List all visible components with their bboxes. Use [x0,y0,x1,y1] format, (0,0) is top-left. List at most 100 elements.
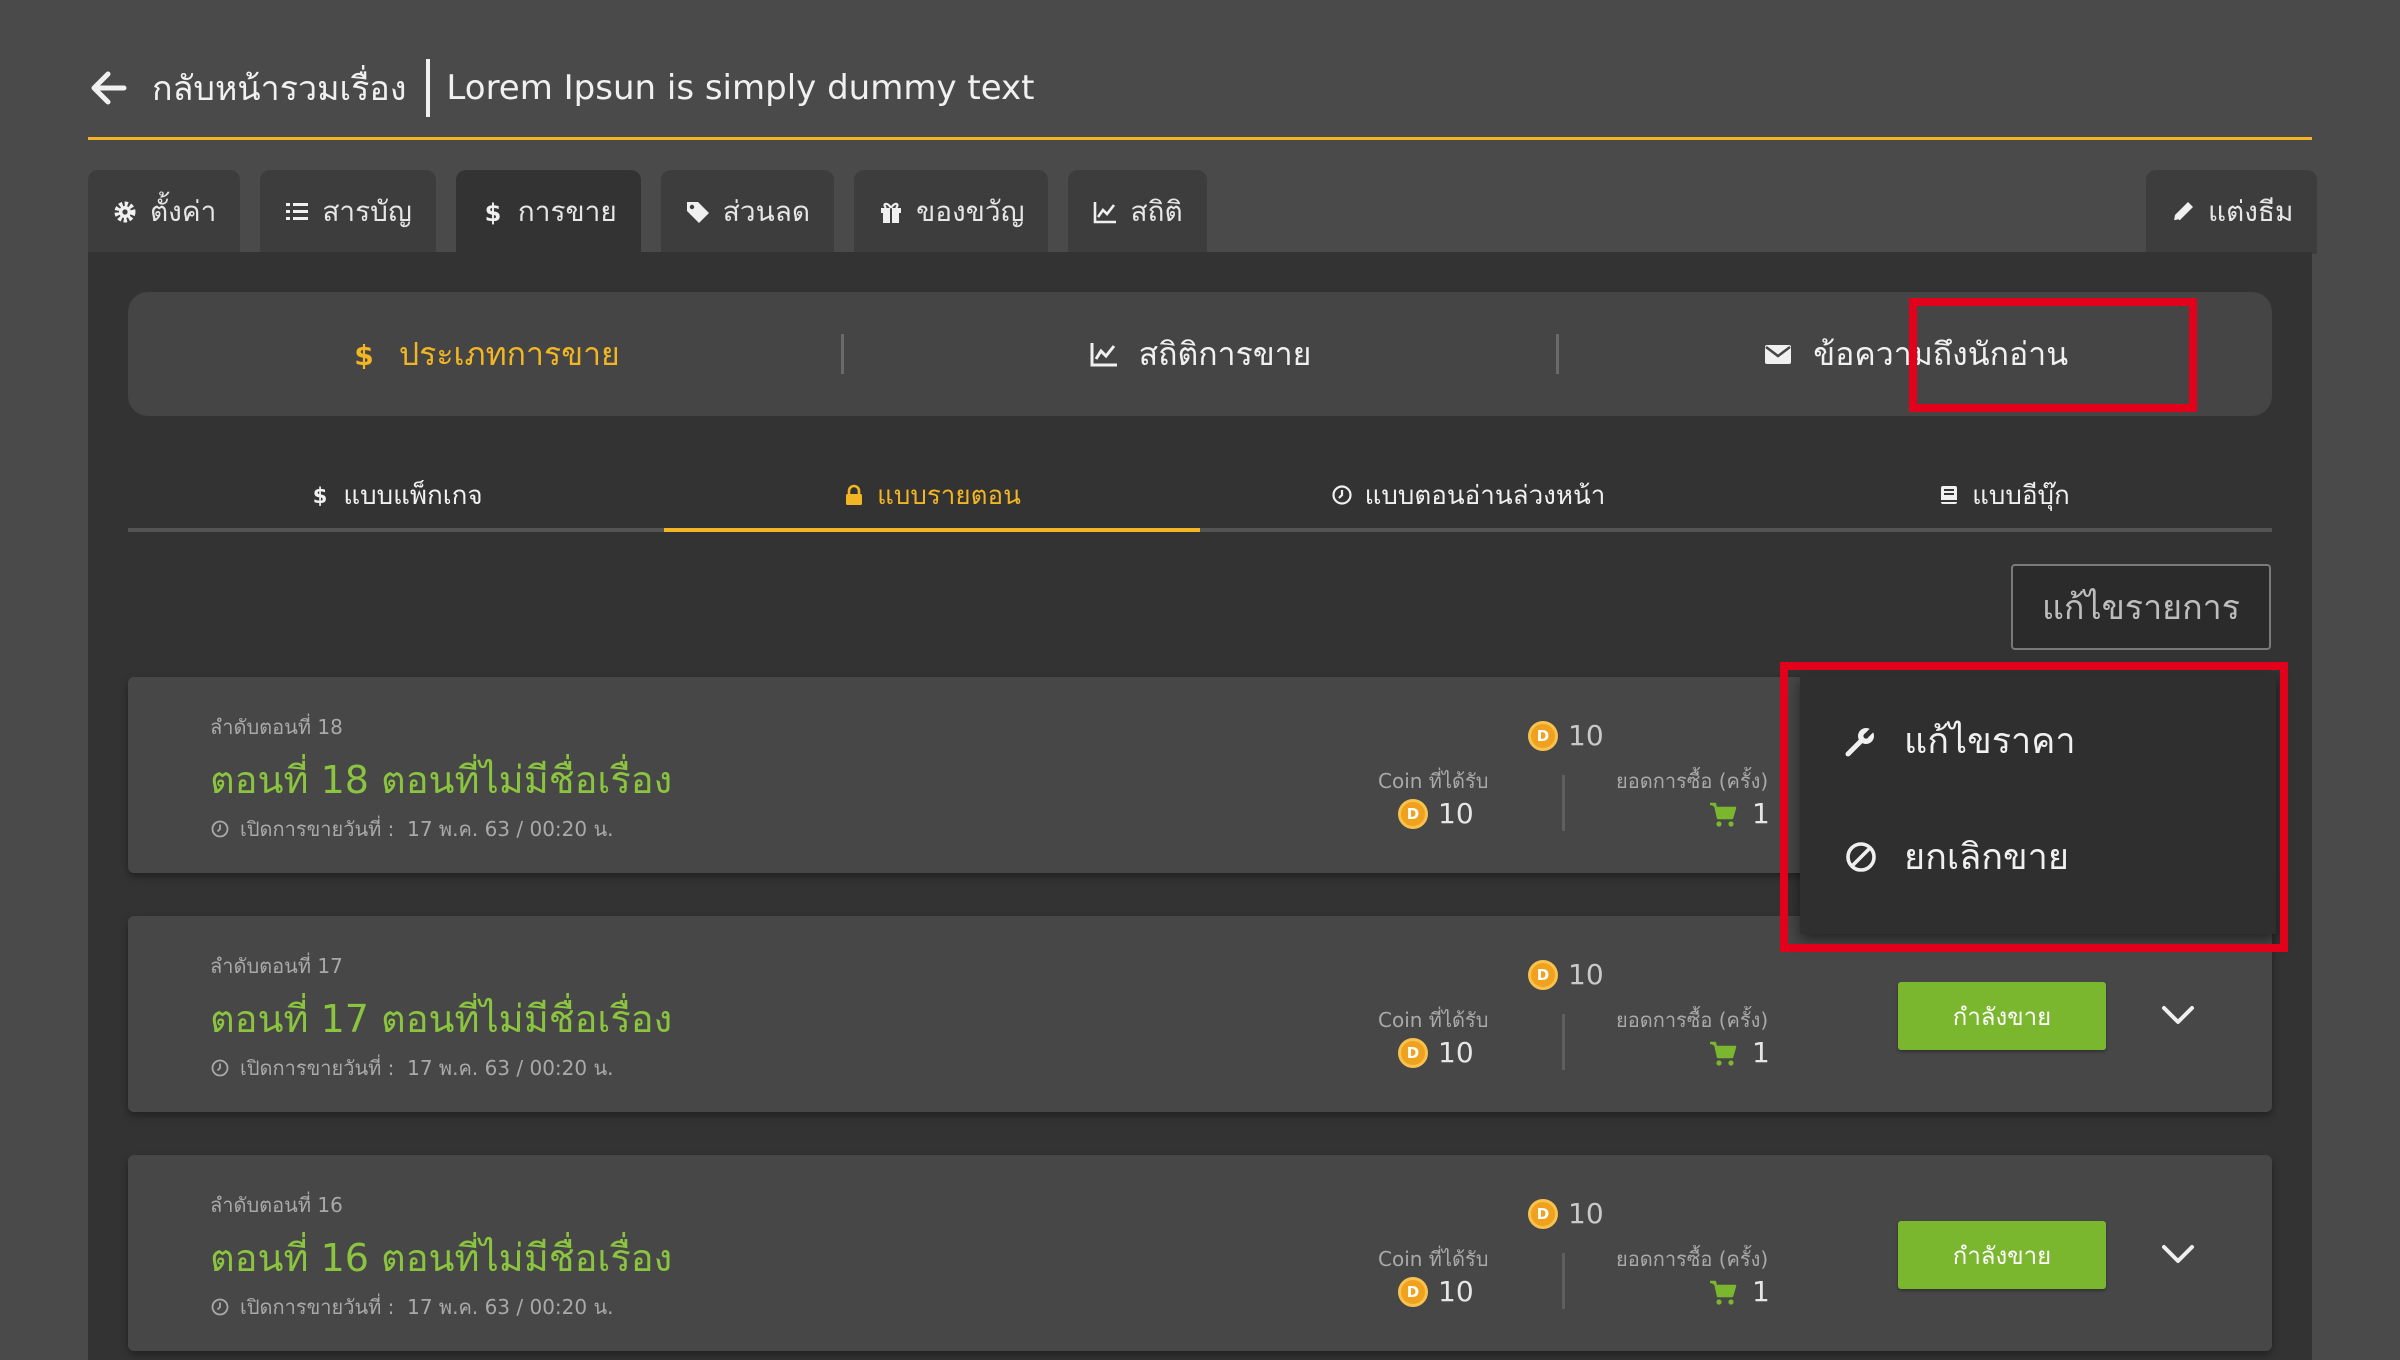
subnav-sale-types[interactable]: $ ประเภทการขาย [128,292,841,416]
tab-settings-label: ตั้งค่า [150,195,217,228]
purchase-count-number: 1 [1752,1275,1770,1308]
tab-discount-label: ส่วนลด [722,195,811,228]
ban-icon [1846,841,1876,872]
subnav-reader-message[interactable]: ข้อความถึงนักอ่าน [1559,292,2272,416]
dollar-icon: $ [354,339,373,369]
tab-per-episode[interactable]: แบบรายตอน [664,462,1200,532]
price-value: 10 [1568,1197,1604,1230]
envelope-icon [1765,345,1792,364]
purchase-count-label: ยอดการซื้อ (ครั้ง) [1616,1008,1769,1032]
clock-icon [211,1298,229,1316]
chevron-down-icon[interactable] [2158,998,2198,1034]
episode-card: ลำดับตอนที่ 16 ตอนที่ 16 ตอนที่ไม่มีชื่อ… [128,1155,2272,1351]
menu-item-edit-price[interactable]: แก้ไขราคา [1844,712,2076,769]
tab-stats[interactable]: สถิติ [1068,170,1207,254]
episode-price: D 10 [1528,719,1604,752]
cart-icon [1710,1041,1737,1066]
edit-list-button[interactable]: แก้ไขรายการ [2011,564,2271,650]
episode-sale-date: เปิดการขายวันที่ : 17 พ.ค. 63 / 00:20 น. [210,813,614,845]
menu-item-cancel-sale[interactable]: ยกเลิกขาย [1844,828,2069,885]
sale-date-label: เปิดการขายวันที่ : [240,1295,395,1319]
chevron-down-icon[interactable] [2158,1237,2198,1273]
wrench-icon [1845,724,1877,756]
episode-price: D 10 [1528,958,1604,991]
sale-date-value: 17 พ.ค. 63 / 00:20 น. [407,817,614,841]
episode-title[interactable]: ตอนที่ 17 ตอนที่ไม่มีชื่อเรื่อง [210,988,672,1049]
list-icon [286,203,309,220]
episode-title[interactable]: ตอนที่ 18 ตอนที่ไม่มีชื่อเรื่อง [210,749,672,810]
edit-dropdown-menu: แก้ไขราคา ยกเลิกขาย [1800,674,2276,934]
tab-package[interactable]: $ แบบแพ็กเกจ [128,462,664,528]
cancel-sale-label: ยกเลิกขาย [1904,837,2069,878]
tag-icon [686,202,709,223]
coin-icon: D [1398,1276,1428,1307]
clock-icon [211,1059,229,1077]
sale-date-value: 17 พ.ค. 63 / 00:20 น. [407,1295,614,1319]
selling-status-button[interactable]: กำลังขาย [1898,982,2106,1050]
tab-discount[interactable]: ส่วนลด [660,170,835,254]
tab-sales[interactable]: $ การขาย [455,170,641,254]
dollar-icon: $ [313,484,328,506]
tab-early-access-label: แบบตอนอ่านล่วงหน้า [1364,480,1606,511]
tab-ebook[interactable]: แบบอีบุ๊ก [1736,462,2272,528]
tab-package-label: แบบแพ็กเกจ [343,480,483,511]
coin-icon: D [1528,720,1558,751]
price-value: 10 [1568,719,1604,752]
sale-type-tabs: $ แบบแพ็กเกจ แบบรายตอน แบบตอนอ่านล่วงหน้… [128,462,2272,532]
price-value: 10 [1568,958,1604,991]
episode-order: ลำดับตอนที่ 16 [210,1193,343,1217]
svg-text:$: $ [484,199,501,225]
episode-order: ลำดับตอนที่ 18 [210,715,343,739]
tab-contents-label: สารบัญ [322,195,412,228]
episode-card: ลำดับตอนที่ 17 ตอนที่ 17 ตอนที่ไม่มีชื่อ… [128,916,2272,1112]
chart-icon [1094,202,1117,224]
coin-received-label: Coin ที่ได้รับ [1378,769,1489,793]
arrow-left-icon [91,71,127,104]
clock-icon [1332,485,1352,505]
coin-icon: D [1528,1198,1558,1229]
stat-divider [1562,775,1565,831]
selling-status-button[interactable]: กำลังขาย [1898,1221,2106,1289]
book-icon [1941,486,1958,504]
sales-sub-nav: $ ประเภทการขาย สถิติการขาย ข้อความถึงนัก… [128,292,2272,416]
tab-stats-label: สถิติ [1130,195,1183,228]
page-header: กลับหน้ารวมเรื่อง Lorem Ipsun is simply … [88,52,2312,140]
edit-price-label: แก้ไขราคา [1904,721,2076,762]
stat-divider [1562,1014,1565,1070]
chart-icon [1090,343,1117,367]
gift-icon [881,202,902,223]
tab-settings[interactable]: ตั้งค่า [88,170,241,254]
back-label: กลับหน้ารวมเรื่อง [152,68,407,109]
coin-received-label: Coin ที่ได้รับ [1378,1008,1489,1032]
coin-received-value: D 10 [1398,1036,1474,1069]
episode-title[interactable]: ตอนที่ 16 ตอนที่ไม่มีชื่อเรื่อง [210,1227,672,1288]
coin-received-number: 10 [1438,797,1474,830]
tab-theme-label: แต่งธีม [2208,195,2294,228]
tab-gifts-label: ของขวัญ [916,195,1025,228]
episode-order: ลำดับตอนที่ 17 [210,954,343,978]
purchase-count-value: 1 [1708,1275,1770,1308]
episode-price: D 10 [1528,1197,1604,1230]
purchase-count-number: 1 [1752,1036,1770,1069]
dollar-icon: $ [484,199,501,225]
coin-icon: D [1398,798,1428,829]
cart-icon [1710,802,1737,827]
sale-date-label: เปิดการขายวันที่ : [240,817,395,841]
stat-divider [1562,1253,1565,1309]
header-divider [426,58,431,117]
episode-sale-date: เปิดการขายวันที่ : 17 พ.ค. 63 / 00:20 น. [210,1052,614,1084]
cart-icon [1710,1280,1737,1305]
sale-date-value: 17 พ.ค. 63 / 00:20 น. [407,1056,614,1080]
coin-received-value: D 10 [1398,1275,1474,1308]
subnav-sales-stats[interactable]: สถิติการขาย [844,292,1557,416]
coin-icon: D [1528,959,1558,990]
coin-received-value: D 10 [1398,797,1474,830]
tab-gifts[interactable]: ของขวัญ [854,170,1049,254]
tab-theme[interactable]: แต่งธีม [2146,170,2318,254]
tab-early-access[interactable]: แบบตอนอ่านล่วงหน้า [1200,462,1736,528]
episode-sale-date: เปิดการขายวันที่ : 17 พ.ค. 63 / 00:20 น. [210,1291,614,1323]
tab-contents[interactable]: สารบัญ [260,170,436,254]
svg-text:$: $ [313,484,328,506]
purchase-count-value: 1 [1708,1036,1770,1069]
back-button[interactable]: กลับหน้ารวมเรื่อง [88,61,406,115]
